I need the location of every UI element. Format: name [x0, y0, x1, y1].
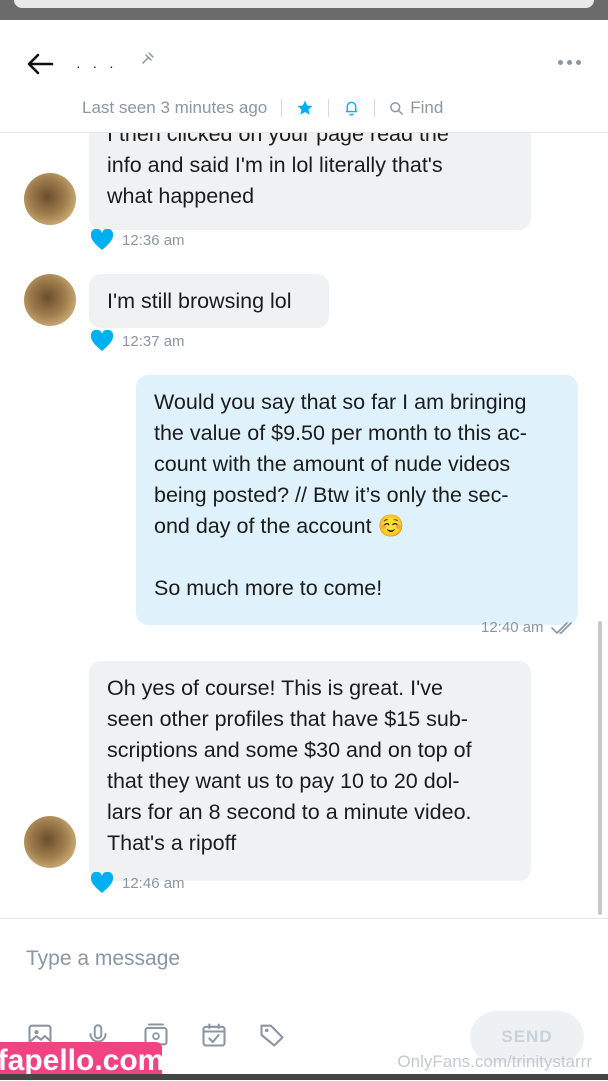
dot-icon	[557, 59, 563, 65]
message-line: info and said I'm in lol literally that'…	[107, 153, 443, 177]
message-time: 12:46 am	[122, 874, 185, 892]
back-button[interactable]	[22, 46, 58, 82]
chat-header: · · · Last seen 3 minutes ago Find	[0, 20, 608, 133]
dot-icon	[566, 59, 572, 65]
message-line: seen other profiles that have $15 sub-	[107, 707, 468, 731]
message-time: 12:37 am	[122, 332, 185, 350]
message-line: that they want us to pay 10 to 20 dol-	[107, 769, 460, 793]
message-meta: 12:37 am	[90, 330, 185, 352]
last-seen-text: Last seen 3 minutes ago	[82, 98, 268, 117]
incoming-message: Oh yes of course! This is great. I've se…	[89, 661, 531, 881]
message-meta: 12:46 am	[90, 872, 185, 894]
find-button[interactable]: Find	[389, 98, 443, 118]
heart-icon[interactable]	[90, 229, 114, 251]
message-line: scriptions and some $30 and on top of	[107, 738, 472, 762]
avatar[interactable]	[24, 816, 76, 868]
status-row: Last seen 3 minutes ago Find	[82, 96, 443, 120]
chat-username[interactable]: · · ·	[76, 58, 118, 74]
favorite-button[interactable]	[296, 99, 314, 117]
message-list[interactable]: I then clicked on your page read the inf…	[0, 133, 608, 917]
bottom-frame-bar	[0, 1074, 608, 1080]
top-frame-bar	[0, 0, 608, 20]
dot-icon	[575, 59, 581, 65]
message-line: So much more to come!	[154, 576, 383, 600]
divider	[374, 99, 376, 117]
message-meta: 12:36 am	[90, 229, 185, 251]
message-meta: 12:40 am	[481, 619, 578, 636]
message-line: I then clicked on your page read the	[107, 133, 449, 146]
incoming-message: I then clicked on your page read the inf…	[89, 133, 531, 230]
message-line: what happened	[107, 184, 255, 208]
message-line: count with the amount of nude videos	[154, 452, 511, 476]
divider	[281, 99, 283, 117]
incoming-message: I'm still browsing lol	[89, 274, 329, 328]
top-frame-inner	[14, 0, 594, 8]
find-label: Find	[410, 98, 444, 117]
avatar[interactable]	[24, 274, 76, 326]
message-line: the value of $9.50 per month to this ac-	[154, 421, 527, 445]
heart-icon[interactable]	[90, 330, 114, 352]
star-icon	[297, 100, 313, 115]
message-time: 12:36 am	[122, 231, 185, 249]
message-line: lars for an 8 second to a minute video.	[107, 800, 472, 824]
notifications-button[interactable]	[343, 99, 360, 117]
calendar-check-icon	[202, 1023, 226, 1047]
outgoing-message: Would you say that so far I am bringing …	[136, 375, 578, 625]
bell-icon	[346, 101, 358, 116]
message-line: ond day of the account ☺️	[154, 514, 405, 538]
heart-icon[interactable]	[90, 872, 114, 894]
price-button[interactable]	[256, 1019, 288, 1051]
scrollbar[interactable]	[598, 621, 602, 915]
message-line: Would you say that so far I am bringing	[154, 390, 527, 414]
message-line: That's a ripoff	[107, 831, 237, 855]
message-line: being posted? // Btw it’s only the sec-	[154, 483, 509, 507]
divider	[328, 99, 330, 117]
schedule-button[interactable]	[198, 1019, 230, 1051]
watermark-right: OnlyFans.com/trinitystarrr	[397, 1052, 592, 1071]
more-options-button[interactable]	[554, 54, 584, 70]
message-line: I'm still browsing lol	[107, 288, 292, 313]
double-check-icon	[550, 621, 572, 634]
avatar[interactable]	[24, 173, 76, 225]
arrow-left-icon	[27, 53, 54, 75]
tag-icon	[260, 1024, 284, 1047]
message-line: Oh yes of course! This is great. I've	[107, 676, 443, 700]
pin-icon	[142, 52, 154, 64]
message-line	[154, 542, 560, 573]
message-input[interactable]	[24, 941, 468, 977]
search-icon	[390, 101, 404, 115]
message-time: 12:40 am	[481, 619, 544, 636]
